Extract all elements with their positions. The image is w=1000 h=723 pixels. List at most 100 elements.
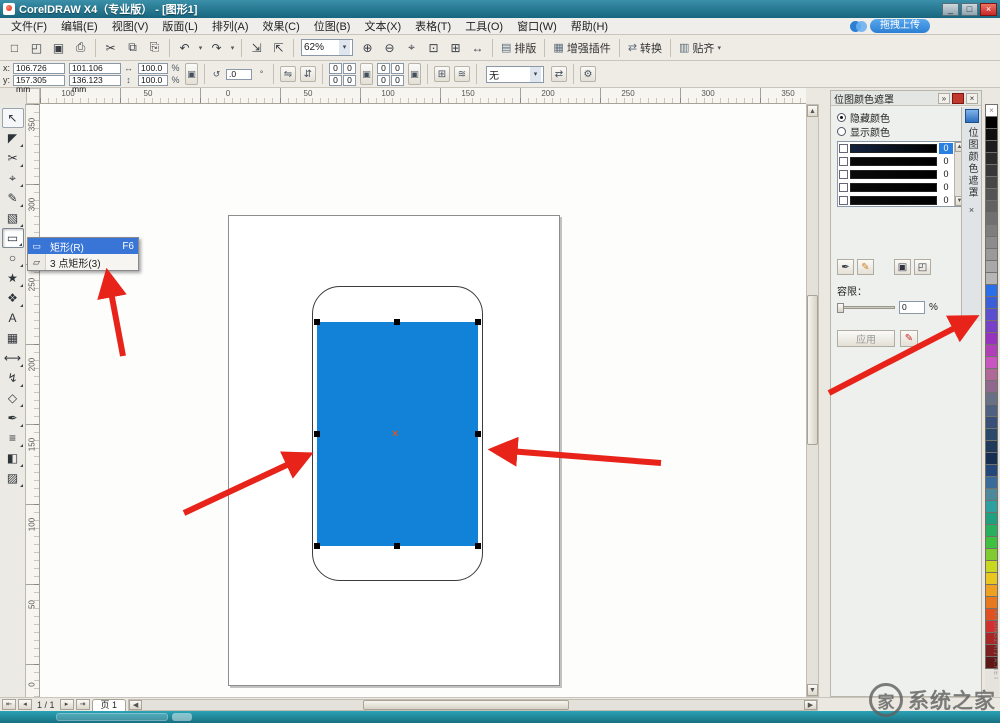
chevron-down-icon[interactable]: ▾ (196, 38, 205, 58)
ellipse-tool[interactable]: ○ (2, 248, 24, 268)
zoom-actual-button[interactable]: ⌖ (401, 38, 422, 58)
mask-checkbox[interactable] (839, 196, 848, 205)
last-page-button[interactable]: ⇥ (76, 699, 90, 710)
flyout-item-rectangle[interactable]: ▭ 矩形(R) F6 (28, 238, 138, 254)
mirror-vertical-button[interactable]: ⇵ (300, 66, 316, 82)
connector-tool[interactable]: ↯ (2, 368, 24, 388)
save-mask-icon[interactable]: ▣ (894, 259, 911, 275)
marker-icon[interactable]: ✎ (857, 259, 874, 275)
scale-lock-icon[interactable]: ▣ (185, 63, 198, 85)
next-page-button[interactable]: ▸ (60, 699, 74, 710)
scroll-down-icon[interactable]: ▼ (807, 684, 818, 696)
mask-row[interactable]: 0 (838, 155, 954, 168)
table-tool[interactable]: ▦ (2, 328, 24, 348)
scroll-left-icon[interactable]: ◀ (129, 700, 142, 710)
corner-radius-field[interactable]: 0 (329, 75, 342, 86)
rectangle-tool[interactable]: ▭ (2, 228, 24, 248)
crop-tool[interactable]: ✂ (2, 148, 24, 168)
docker-close-icon[interactable]: × (966, 93, 978, 104)
convert-outline-button[interactable]: ⇄ (551, 66, 567, 82)
docker-collapse-icon[interactable]: » (938, 93, 950, 104)
menu-item[interactable]: 窗口(W) (510, 17, 564, 35)
corner-radius-field[interactable]: 0 (377, 75, 390, 86)
docker-tab-label[interactable]: 位图颜色遮罩 (964, 127, 979, 199)
mask-row[interactable]: 0 (838, 181, 954, 194)
maximize-button[interactable]: □ (961, 3, 978, 16)
mirror-horizontal-button[interactable]: ⇋ (280, 66, 296, 82)
zoom-selection-button[interactable]: ⊡ (423, 38, 444, 58)
docker-float-icon[interactable] (952, 93, 964, 104)
page-tab[interactable]: 页 1 (92, 699, 127, 711)
shape-tool[interactable]: ◤ (2, 128, 24, 148)
mask-row[interactable]: 0 (838, 168, 954, 181)
interactive-fill-tool[interactable]: ▨ (2, 468, 24, 488)
vertical-scrollbar[interactable]: ▲ ▼ (806, 104, 819, 697)
blend-tool[interactable]: ◇ (2, 388, 24, 408)
corner-radius-field[interactable]: 0 (343, 75, 356, 86)
selection-handle[interactable] (475, 543, 481, 549)
print-button[interactable]: ⎙ (70, 38, 91, 58)
menu-item[interactable]: 工具(O) (458, 17, 510, 35)
open-button[interactable]: ◰ (26, 38, 47, 58)
eyedropper-icon[interactable]: ✒ (837, 259, 854, 275)
selection-handle[interactable] (475, 431, 481, 437)
copy-button[interactable]: ⧉ (122, 38, 143, 58)
zoom-width-button[interactable]: ↔ (467, 38, 488, 58)
dimension-tool[interactable]: ⟷ (2, 348, 24, 368)
outline-width-select[interactable]: 无 ▾ (486, 66, 544, 83)
zoom-out-button[interactable]: ⊖ (379, 38, 400, 58)
previous-page-button[interactable]: ◂ (18, 699, 32, 710)
tolerance-field[interactable]: 0 (899, 301, 925, 314)
corner-radius-field[interactable]: 0 (329, 63, 342, 74)
fill-tool[interactable]: ◧ (2, 448, 24, 468)
corner-lock-icon[interactable]: ▣ (408, 63, 421, 85)
radio-hide-colors[interactable]: 隐藏颜色 (837, 110, 975, 124)
open-mask-icon[interactable]: ◰ (914, 259, 931, 275)
radio-show-colors[interactable]: 显示颜色 (837, 124, 975, 138)
first-page-button[interactable]: ⇤ (2, 699, 16, 710)
apply-button[interactable]: 应用 (837, 330, 895, 347)
wrap-text-button[interactable]: ≋ (454, 66, 470, 82)
mask-checkbox[interactable] (839, 170, 848, 179)
eyedropper-tool[interactable]: ✒ (2, 408, 24, 428)
horizontal-ruler[interactable]: 10050050100150200250300350 (40, 88, 806, 104)
close-button[interactable]: × (980, 3, 997, 16)
gear-icon[interactable]: ⚙ (580, 66, 596, 82)
snap-button[interactable]: ▥贴齐▾ (674, 38, 726, 58)
corner-lock-icon[interactable]: ▣ (360, 63, 373, 85)
mask-row[interactable]: 0 (838, 194, 954, 207)
menu-item[interactable]: 视图(V) (105, 17, 156, 35)
cut-button[interactable]: ✂ (100, 38, 121, 58)
menu-item[interactable]: 效果(C) (256, 17, 307, 35)
new-document-button[interactable]: □ (4, 38, 25, 58)
corner-radius-field[interactable]: 0 (343, 63, 356, 74)
menu-item[interactable]: 排列(A) (205, 17, 256, 35)
scroll-right-icon[interactable]: ▶ (804, 700, 817, 710)
menu-item[interactable]: 文件(F) (4, 17, 54, 35)
horizontal-scrollbar[interactable]: ◀ ▶ (128, 699, 818, 711)
mask-checkbox[interactable] (839, 144, 848, 153)
menu-item[interactable]: 表格(T) (408, 17, 458, 35)
scroll-up-icon[interactable]: ▲ (807, 105, 818, 117)
snap-to-grid-button[interactable]: ⊞ (434, 66, 450, 82)
edit-mask-icon[interactable]: ✎ (900, 330, 918, 347)
taskbar-button[interactable] (56, 713, 168, 721)
selection-handle[interactable] (314, 431, 320, 437)
taskbar-button[interactable] (172, 713, 192, 721)
vertical-scroll-thumb[interactable] (807, 295, 818, 445)
x-position-field[interactable]: 106.726 mm (13, 63, 65, 74)
zoom-tool[interactable]: ⌖ (2, 168, 24, 188)
selection-handle[interactable] (394, 543, 400, 549)
height-field[interactable]: 136.123 mm (69, 75, 121, 86)
mask-row[interactable]: 0 (838, 142, 954, 155)
plugin-button[interactable]: ▦增强插件 (548, 38, 615, 58)
mask-checkbox[interactable] (839, 157, 848, 166)
text-tool[interactable]: A (2, 308, 24, 328)
docker-tab-close-icon[interactable]: × (969, 205, 974, 215)
corner-radius-field[interactable]: 0 (377, 63, 390, 74)
zoom-page-button[interactable]: ⊞ (445, 38, 466, 58)
slider-thumb[interactable] (837, 303, 844, 313)
vertical-ruler[interactable]: 350300250200150100500 (26, 104, 40, 697)
basic-shapes-tool[interactable]: ❖ (2, 288, 24, 308)
convert-button[interactable]: ⇄转换 (623, 38, 667, 58)
